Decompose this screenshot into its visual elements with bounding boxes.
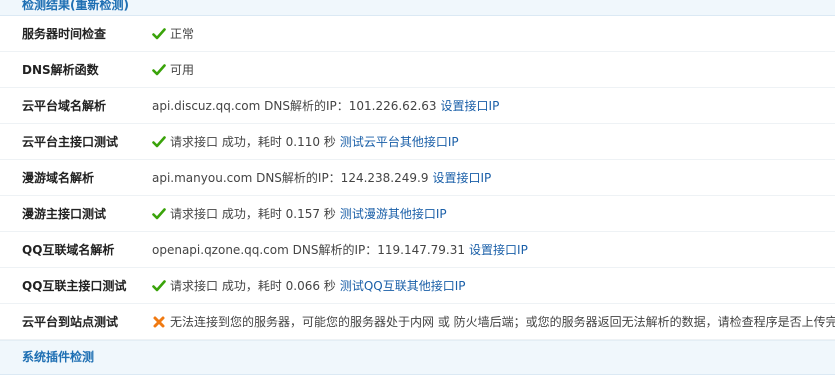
check-row-qq-api: QQ互联主接口测试 请求接口 成功，耗时 0.066 秒 测试QQ互联其他接口I…: [0, 268, 835, 304]
row-value: 正常: [152, 25, 835, 42]
status-text: 可用: [170, 63, 195, 77]
set-interface-ip-link[interactable]: 设置接口IP: [469, 241, 528, 258]
status-text: 正常: [170, 27, 195, 41]
check-row-cloud-dns: 云平台域名解析 api.discuz.qq.com DNS解析的IP：101.2…: [0, 88, 835, 124]
row-label: QQ互联域名解析: [22, 243, 115, 257]
row-value: api.discuz.qq.com DNS解析的IP：101.226.62.63…: [152, 97, 835, 114]
check-row-server-time: 服务器时间检查 正常: [0, 16, 835, 52]
row-value: openapi.qzone.qq.com DNS解析的IP：119.147.79…: [152, 241, 835, 258]
set-interface-ip-link[interactable]: 设置接口IP: [441, 97, 500, 114]
plugin-check-title[interactable]: 系统插件检测: [22, 350, 94, 364]
check-row-cloud-api: 云平台主接口测试 请求接口 成功，耗时 0.110 秒 测试云平台其他接口IP: [0, 124, 835, 160]
row-label: 云平台域名解析: [22, 99, 107, 113]
check-icon: [152, 207, 166, 219]
status-text: 请求接口 成功，耗时 0.157 秒: [170, 207, 336, 221]
row-value: 请求接口 成功，耗时 0.066 秒 测试QQ互联其他接口IP: [152, 277, 835, 294]
results-header-title[interactable]: 检测结果(重新检测): [22, 0, 129, 12]
check-icon: [152, 135, 166, 147]
plugin-check-header: 系统插件检测: [0, 340, 835, 375]
dns-result-text: api.manyou.com DNS解析的IP：124.238.249.9: [152, 171, 429, 185]
set-interface-ip-link[interactable]: 设置接口IP: [432, 169, 491, 186]
row-label: 云平台到站点测试: [22, 315, 119, 329]
check-row-manyou-api: 漫游主接口测试 请求接口 成功，耗时 0.157 秒 测试漫游其他接口IP: [0, 196, 835, 232]
row-label: 漫游域名解析: [22, 171, 95, 185]
row-label: QQ互联主接口测试: [22, 279, 127, 293]
check-row-manyou-dns: 漫游域名解析 api.manyou.com DNS解析的IP：124.238.2…: [0, 160, 835, 196]
dns-result-text: openapi.qzone.qq.com DNS解析的IP：119.147.79…: [152, 243, 466, 257]
check-row-dns-function: DNS解析函数 可用: [0, 52, 835, 88]
test-other-interface-link[interactable]: 测试云平台其他接口IP: [340, 133, 459, 150]
status-text: 请求接口 成功，耗时 0.110 秒: [170, 135, 336, 149]
row-value: 可用: [152, 61, 835, 78]
check-icon: [152, 279, 166, 291]
check-icon: [152, 27, 166, 39]
results-header: 检测结果(重新检测): [0, 0, 835, 16]
check-row-qq-dns: QQ互联域名解析 openapi.qzone.qq.com DNS解析的IP：1…: [0, 232, 835, 268]
status-text: 请求接口 成功，耗时 0.066 秒: [170, 279, 336, 293]
row-label: 服务器时间检查: [22, 27, 107, 41]
check-row-cloud-to-site: 云平台到站点测试 无法连接到您的服务器，可能您的服务器处于内网 或 防火墙后端；…: [0, 304, 835, 340]
test-other-interface-link[interactable]: 测试漫游其他接口IP: [340, 205, 447, 222]
check-icon: [152, 63, 166, 75]
error-text: 无法连接到您的服务器，可能您的服务器处于内网 或 防火墙后端；或您的服务器返回无…: [170, 315, 835, 329]
row-value: api.manyou.com DNS解析的IP：124.238.249.9 设置…: [152, 169, 835, 186]
check-results-panel: 检测结果(重新检测) 服务器时间检查 正常 DNS解析函数 可用 云平台域名解析…: [0, 0, 835, 382]
dns-result-text: api.discuz.qq.com DNS解析的IP：101.226.62.63: [152, 99, 437, 113]
row-value: 请求接口 成功，耗时 0.110 秒 测试云平台其他接口IP: [152, 133, 835, 150]
row-value: 无法连接到您的服务器，可能您的服务器处于内网 或 防火墙后端；或您的服务器返回无…: [152, 313, 835, 330]
test-other-interface-link[interactable]: 测试QQ互联其他接口IP: [340, 277, 466, 294]
row-value: 请求接口 成功，耗时 0.157 秒 测试漫游其他接口IP: [152, 205, 835, 222]
error-x-icon: [153, 316, 165, 327]
row-label: DNS解析函数: [22, 63, 99, 77]
row-label: 漫游主接口测试: [22, 207, 107, 221]
row-label: 云平台主接口测试: [22, 135, 119, 149]
